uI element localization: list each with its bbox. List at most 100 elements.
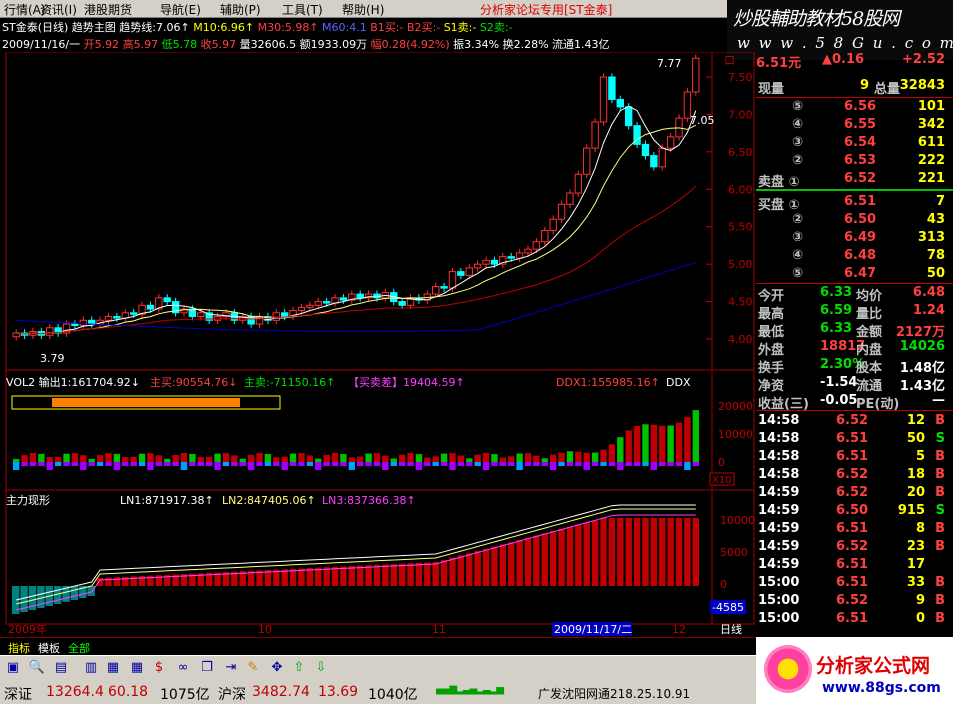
tick-row: 14:59 6.51 8 B [756, 521, 949, 539]
arrow-down-icon[interactable]: ⇩ [312, 659, 330, 677]
grid-icon[interactable]: ▦ [128, 659, 146, 677]
force-bar [558, 529, 565, 586]
vol-bar [566, 451, 574, 462]
stat-value: 1.43亿 [899, 379, 945, 394]
vol-bar [348, 457, 355, 462]
low-annotation: 3.79 [40, 352, 65, 365]
tick-volume: 33 [906, 575, 925, 590]
candle [482, 259, 490, 265]
candle [448, 271, 457, 289]
separator [756, 283, 953, 284]
menu-item-5[interactable]: 工具(T) [282, 1, 323, 18]
vol-bar [88, 458, 95, 462]
vol-neg-bar [88, 462, 95, 466]
vol-neg-bar [684, 462, 691, 470]
tab-2[interactable]: 全部 [68, 640, 90, 656]
ask-row: ④ 6.55 342 [756, 117, 949, 135]
vol-bar [432, 456, 439, 462]
kline-icon[interactable]: ▥ [82, 659, 100, 677]
pencil-icon[interactable]: ✎ [244, 659, 262, 677]
bid-level: ⑤ [792, 266, 804, 281]
ask-row: ② 6.53 222 [756, 153, 949, 171]
menu-item-6[interactable]: 帮助(H) [342, 1, 384, 18]
vol-bar [122, 457, 129, 462]
menu-item-1[interactable]: 资讯(I) [40, 1, 77, 18]
vol-neg-bar [155, 462, 163, 466]
force-bar [122, 576, 129, 586]
vol-neg-bar [566, 462, 574, 466]
vol-bar [247, 454, 255, 462]
ask-price: 6.55 [844, 117, 877, 132]
menu-item-2[interactable]: 港股期货 [84, 1, 132, 18]
bid-volume: 7 [935, 194, 945, 209]
vol-bar [633, 426, 641, 462]
ma30-line [16, 185, 697, 335]
vol-neg-bar [533, 462, 540, 466]
vol-neg-bar [675, 462, 683, 466]
tick-row: 14:58 6.52 12 B [756, 413, 949, 431]
force-bar [440, 559, 448, 586]
vol-neg-bar [306, 462, 314, 466]
bid-volume: 43 [926, 212, 945, 227]
ask-volume: 101 [917, 99, 945, 114]
vol-bar [482, 453, 490, 462]
menu-item-4[interactable]: 辅助(P) [220, 1, 261, 18]
candle [322, 301, 331, 304]
vol-neg-bar [130, 462, 137, 466]
stat-label: 换手 [758, 361, 785, 376]
stat-label: 均价 [856, 289, 883, 304]
force-bar [390, 564, 397, 586]
indicator-tabs: 指标 模板 全部 [0, 637, 756, 655]
vol-bar [315, 458, 322, 462]
link-icon[interactable]: ∞ [174, 659, 192, 677]
tab-1[interactable]: 模板 [38, 640, 60, 656]
tab-0[interactable]: 指标 [8, 640, 30, 656]
export-icon[interactable]: ⇥ [222, 659, 240, 677]
tick-price: 6.51 [836, 575, 869, 590]
indicator-name[interactable]: 趋势主图 [72, 21, 116, 34]
vol-bar [516, 453, 523, 462]
stat-value: 1.48亿 [899, 361, 945, 376]
x-axis-label: 12 [672, 623, 686, 636]
force-bar [650, 518, 658, 586]
indicator-icon[interactable]: ▦ [104, 659, 122, 677]
watermark-line1: 炒股輔助教材58股网 [733, 8, 900, 30]
bar-amplitude: 振3.34% [453, 38, 500, 51]
copy-icon[interactable]: ❐ [198, 659, 216, 677]
watermark-line2: w w w . 5 8 G u . c o m [737, 34, 953, 52]
candle [658, 147, 666, 168]
vol-bar [80, 455, 87, 462]
vol-bar [96, 455, 104, 462]
vol-bar [365, 453, 372, 462]
tick-side: B [935, 449, 945, 464]
candle [541, 229, 549, 243]
kline-chart[interactable]: 7.50 7.00 6.50 6.00 5.50 5.00 4.50 4.00 口 3.79 7.7… [0, 52, 756, 637]
volume-row: 现量 9 总量 32843 [756, 78, 949, 97]
menu-item-3[interactable]: 导航(E) [160, 1, 201, 18]
corner-mark: 口 [724, 54, 735, 67]
dollar-icon[interactable]: $ [150, 659, 168, 677]
file-icon[interactable]: ▤ [52, 659, 70, 677]
force-bar [667, 518, 674, 586]
force-bar [306, 568, 314, 586]
vol-neg-bar [180, 462, 188, 470]
vol-bar [415, 454, 423, 462]
vol-neg-bar [466, 462, 473, 466]
bid-row: ③ 6.49 313 [756, 230, 949, 248]
b1-value: B1买:- [370, 21, 404, 34]
stat-row: 换手 2.30% 股本 1.48亿 [756, 357, 949, 376]
vol-bar [608, 444, 616, 462]
vol-neg-bar [499, 462, 507, 466]
force-bar [541, 533, 548, 586]
vol-neg-bar [96, 462, 104, 466]
vol-bar [449, 453, 456, 462]
move-icon[interactable]: ✥ [268, 659, 286, 677]
logo: 分析家公式网 www.88gs.com [756, 637, 953, 704]
force-bar [331, 566, 339, 586]
arrow-up-icon[interactable]: ⇧ [290, 659, 308, 677]
force-tick: 5000 [720, 546, 748, 559]
bar-float: 流通1.43亿 [552, 38, 610, 51]
search-icon[interactable]: 🔍 [28, 659, 46, 677]
window-icon[interactable]: ▣ [4, 659, 22, 677]
force-bar [675, 518, 683, 586]
